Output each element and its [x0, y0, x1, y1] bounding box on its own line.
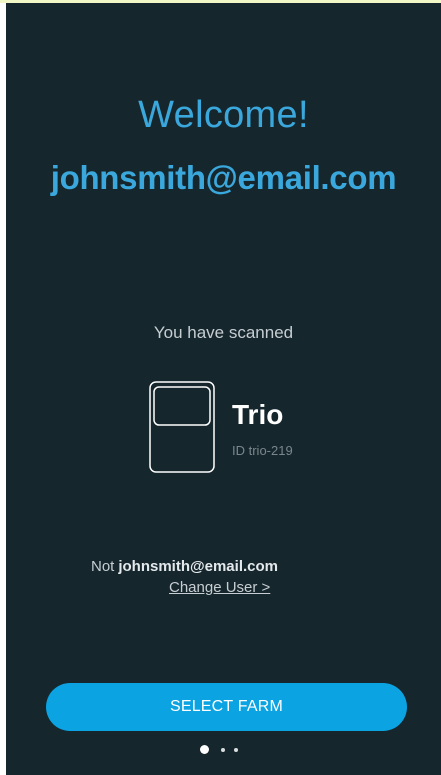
page-indicator: [200, 745, 242, 755]
device-icon: [149, 381, 215, 473]
not-prefix: Not: [91, 558, 115, 575]
page-dot: [234, 748, 238, 752]
welcome-title: Welcome!: [138, 94, 309, 136]
device-id: ID trio-219: [232, 443, 293, 458]
not-current-user-line: Not johnsmith@email.com: [91, 557, 278, 577]
top-edge: [0, 0, 441, 3]
current-user-email: johnsmith@email.com: [118, 558, 278, 575]
device-name: Trio: [232, 399, 284, 430]
select-farm-button[interactable]: SELECT FARM: [46, 683, 407, 731]
scanned-caption: You have scanned: [153, 323, 294, 342]
change-user-link[interactable]: Change User >: [169, 578, 270, 598]
welcome-email: johnsmith@email.com: [50, 159, 397, 196]
page-dot-active: [200, 745, 209, 754]
page-dot: [221, 748, 225, 752]
welcome-screen: Welcome! johnsmith@email.com You have sc…: [0, 0, 441, 775]
